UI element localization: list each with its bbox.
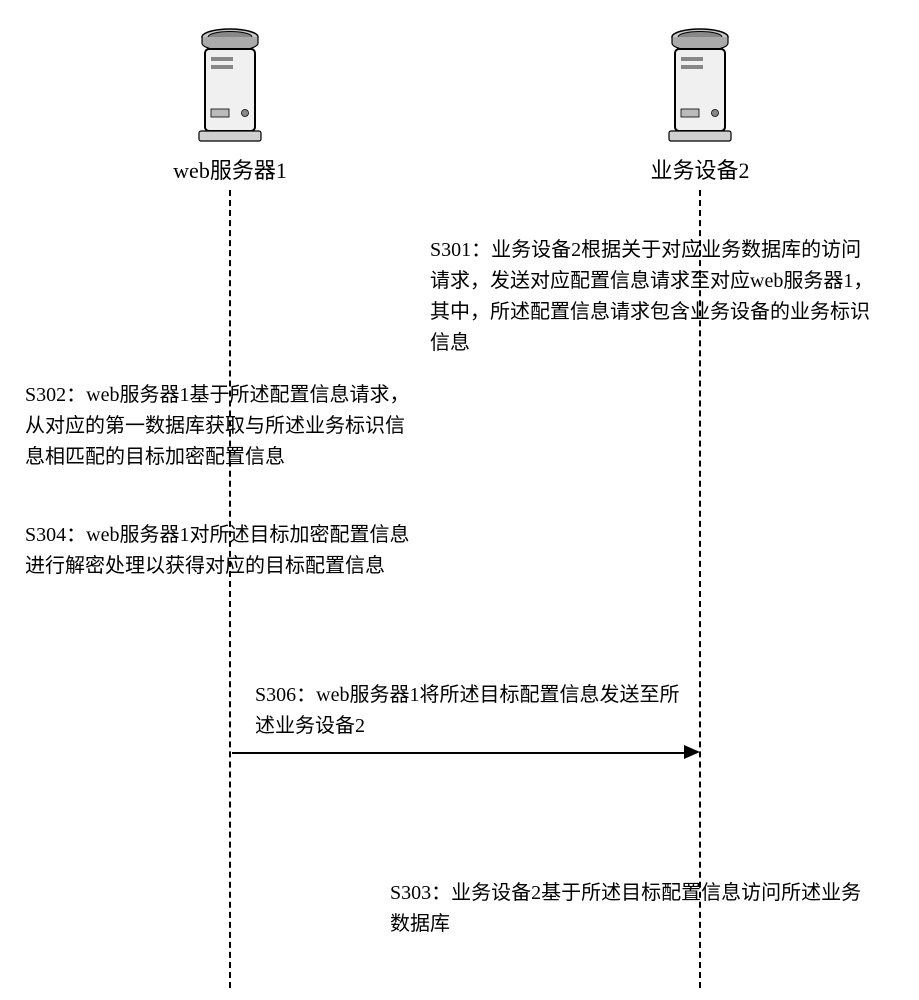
step-s302: S302：web服务器1基于所述配置信息请求，从对应的第一数据库获取与所述业务标… <box>25 380 420 473</box>
participant-web-server: web服务器1 <box>150 25 310 185</box>
step-s306: S306：web服务器1将所述目标配置信息发送至所述业务设备2 <box>255 680 690 742</box>
step-s304: S304：web服务器1对所述目标加密配置信息进行解密处理以获得对应的目标配置信… <box>25 520 410 582</box>
web-server-label: web服务器1 <box>150 153 310 185</box>
arrow-right-icon <box>684 745 700 759</box>
step-s303: S303：业务设备2基于所述目标配置信息访问所述业务数据库 <box>390 878 870 940</box>
business-device-label: 业务设备2 <box>620 153 780 185</box>
step-s301: S301：业务设备2根据关于对应业务数据库的访问请求，发送对应配置信息请求至对应… <box>430 235 880 359</box>
participant-business-device: 业务设备2 <box>620 25 780 185</box>
server-icon <box>665 25 735 145</box>
lifeline-web-server <box>229 190 231 988</box>
server-icon <box>195 25 265 145</box>
